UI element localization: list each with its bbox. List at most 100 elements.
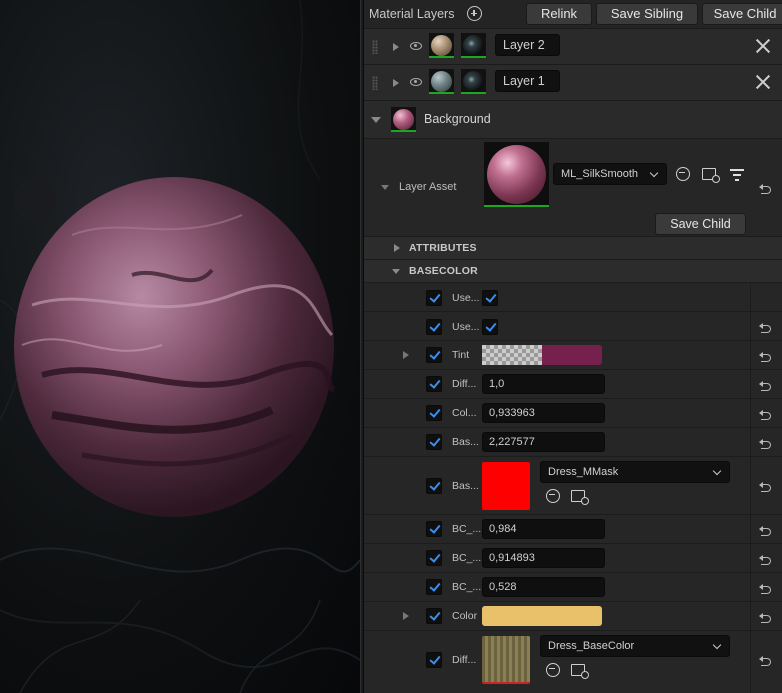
override-checkbox[interactable] bbox=[426, 434, 442, 450]
color-swatch[interactable] bbox=[482, 606, 602, 626]
texture-asset-combo[interactable]: Dress_BaseColor bbox=[540, 635, 730, 657]
param-label: BC_... bbox=[452, 523, 482, 535]
material-preview-viewport[interactable] bbox=[0, 0, 360, 693]
tint-alpha-swatch[interactable] bbox=[482, 345, 542, 365]
param-value-field[interactable]: 0,933963 bbox=[482, 403, 605, 423]
texture-asset-value: Dress_BaseColor bbox=[548, 640, 635, 652]
param-row: Bas... 2,227577 bbox=[364, 427, 782, 456]
layer-row-layer-1[interactable]: Layer 1 bbox=[364, 64, 782, 100]
background-thumbnail[interactable] bbox=[391, 107, 416, 132]
param-label: Bas... bbox=[452, 480, 479, 492]
param-row: BC_... 0,528 bbox=[364, 572, 782, 601]
override-checkbox[interactable] bbox=[426, 579, 442, 595]
param-label: Diff... bbox=[452, 654, 477, 666]
reset-to-default-icon[interactable] bbox=[759, 554, 771, 565]
add-layer-icon[interactable] bbox=[467, 6, 482, 21]
override-checkbox[interactable] bbox=[426, 550, 442, 566]
param-value-checkbox[interactable] bbox=[482, 319, 498, 335]
override-checkbox[interactable] bbox=[426, 405, 442, 421]
param-value-field[interactable]: 2,227577 bbox=[482, 432, 605, 452]
expand-arrow-icon[interactable] bbox=[394, 244, 400, 252]
param-label: Use... bbox=[452, 292, 480, 304]
background-label: Background bbox=[424, 112, 491, 126]
mask-texture-thumbnail[interactable] bbox=[482, 462, 530, 510]
param-value-field[interactable]: 0,914893 bbox=[482, 548, 605, 568]
expand-arrow-icon[interactable] bbox=[393, 79, 399, 87]
override-checkbox[interactable] bbox=[426, 376, 442, 392]
layer-asset-value: ML_SilkSmooth bbox=[561, 168, 639, 180]
param-value-field[interactable]: 1,0 bbox=[482, 374, 605, 394]
override-checkbox[interactable] bbox=[426, 521, 442, 537]
reset-to-default-icon[interactable] bbox=[759, 183, 771, 194]
filter-icon[interactable] bbox=[730, 169, 744, 181]
layer-name-field[interactable]: Layer 2 bbox=[495, 34, 560, 56]
layer-thumbnail[interactable] bbox=[429, 69, 454, 94]
param-label: Col... bbox=[452, 407, 477, 419]
drag-handle-icon[interactable] bbox=[372, 76, 378, 90]
layer-asset-label: Layer Asset bbox=[399, 181, 457, 193]
reset-to-default-icon[interactable] bbox=[759, 351, 771, 362]
save-child-asset-button[interactable]: Save Child bbox=[655, 213, 746, 235]
override-checkbox[interactable] bbox=[426, 652, 442, 668]
param-row: Use... bbox=[364, 311, 782, 340]
layer-thumbnail[interactable] bbox=[429, 33, 454, 58]
remove-layer-icon[interactable] bbox=[756, 39, 770, 53]
collapse-arrow-icon[interactable] bbox=[371, 117, 381, 123]
remove-layer-icon[interactable] bbox=[756, 75, 770, 89]
expand-arrow-icon[interactable] bbox=[403, 612, 409, 620]
reset-to-default-icon[interactable] bbox=[759, 409, 771, 420]
override-checkbox[interactable] bbox=[426, 347, 442, 363]
browse-asset-icon[interactable] bbox=[702, 168, 720, 183]
reset-to-default-icon[interactable] bbox=[759, 438, 771, 449]
layer-asset-thumbnail[interactable] bbox=[484, 142, 549, 207]
drag-handle-icon[interactable] bbox=[372, 40, 378, 54]
texture-asset-combo[interactable]: Dress_MMask bbox=[540, 461, 730, 483]
param-value-field[interactable]: 0,984 bbox=[482, 519, 605, 539]
reset-to-default-icon[interactable] bbox=[759, 322, 771, 333]
param-row: BC_... 0,984 bbox=[364, 514, 782, 543]
basecolor-section-header[interactable]: BASECOLOR bbox=[364, 259, 782, 282]
use-selected-asset-icon[interactable] bbox=[546, 663, 560, 677]
browse-asset-icon[interactable] bbox=[571, 490, 589, 505]
chevron-down-icon bbox=[649, 168, 659, 178]
layer-row-layer-2[interactable]: Layer 2 bbox=[364, 28, 782, 64]
param-value-field[interactable]: 0,528 bbox=[482, 577, 605, 597]
blend-thumbnail[interactable] bbox=[461, 33, 486, 58]
texture-asset-value: Dress_MMask bbox=[548, 466, 619, 478]
relink-button[interactable]: Relink bbox=[526, 3, 592, 25]
background-layer-row[interactable]: Background bbox=[364, 100, 782, 138]
browse-asset-icon[interactable] bbox=[571, 664, 589, 679]
save-sibling-button[interactable]: Save Sibling bbox=[596, 3, 698, 25]
param-value-checkbox[interactable] bbox=[482, 290, 498, 306]
reset-to-default-icon[interactable] bbox=[759, 380, 771, 391]
override-checkbox[interactable] bbox=[426, 319, 442, 335]
material-layers-panel: Material Layers Relink Save Sibling Save… bbox=[364, 0, 782, 693]
override-checkbox[interactable] bbox=[426, 478, 442, 494]
collapse-arrow-icon[interactable] bbox=[392, 269, 400, 274]
visibility-eye-icon[interactable] bbox=[410, 78, 422, 86]
use-selected-asset-icon[interactable] bbox=[676, 167, 690, 181]
visibility-eye-icon[interactable] bbox=[410, 42, 422, 50]
attributes-section-header[interactable]: ATTRIBUTES bbox=[364, 236, 782, 259]
reset-to-default-icon[interactable] bbox=[759, 525, 771, 536]
collapse-arrow-icon[interactable] bbox=[381, 185, 389, 190]
reset-to-default-icon[interactable] bbox=[759, 655, 771, 666]
save-child-button[interactable]: Save Child bbox=[702, 3, 782, 25]
tint-color-swatch[interactable] bbox=[542, 345, 602, 365]
chevron-down-icon bbox=[712, 466, 722, 476]
layer-asset-combo[interactable]: ML_SilkSmooth bbox=[553, 163, 667, 185]
reset-to-default-icon[interactable] bbox=[759, 583, 771, 594]
basecolor-texture-thumbnail[interactable] bbox=[482, 636, 530, 684]
blend-thumbnail[interactable] bbox=[461, 69, 486, 94]
reset-to-default-icon[interactable] bbox=[759, 481, 771, 492]
param-label: Diff... bbox=[452, 378, 477, 390]
param-row-color: Color bbox=[364, 601, 782, 630]
use-selected-asset-icon[interactable] bbox=[546, 489, 560, 503]
expand-arrow-icon[interactable] bbox=[403, 351, 409, 359]
override-checkbox[interactable] bbox=[426, 290, 442, 306]
param-row-tint: Tint bbox=[364, 340, 782, 369]
layer-name-field[interactable]: Layer 1 bbox=[495, 70, 560, 92]
expand-arrow-icon[interactable] bbox=[393, 43, 399, 51]
override-checkbox[interactable] bbox=[426, 608, 442, 624]
reset-to-default-icon[interactable] bbox=[759, 612, 771, 623]
